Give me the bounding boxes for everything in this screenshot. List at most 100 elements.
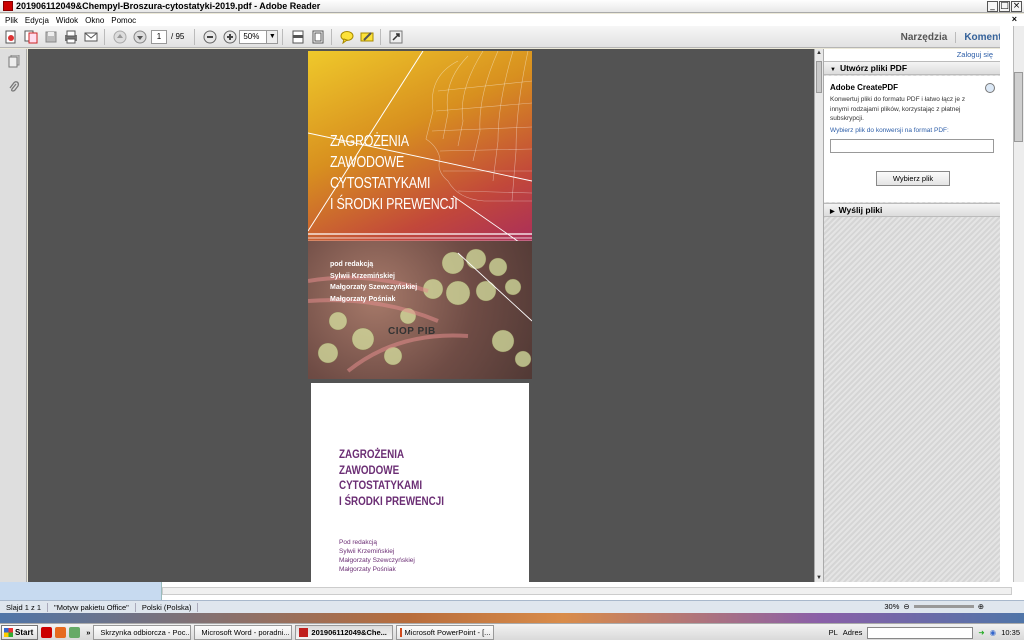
cover-credit-line: Małgorzaty Pośniak bbox=[330, 295, 396, 303]
zoom-level-input[interactable]: 50% bbox=[239, 29, 268, 44]
close-button[interactable]: × bbox=[1011, 1, 1022, 12]
theme-name[interactable]: "Motyw pakietu Office" bbox=[48, 602, 136, 612]
paperclip-icon[interactable] bbox=[8, 81, 20, 94]
zoom-plus-icon[interactable]: ⊕ bbox=[978, 602, 984, 611]
zoom-minus-icon[interactable]: ⊖ bbox=[903, 602, 909, 611]
zoom-control: 30% ⊖ ⊕ bbox=[884, 602, 984, 611]
book-cover-page: ZAGROŻENIA ZAWODOWE CYTOSTATYKAMI I ŚROD… bbox=[308, 51, 532, 379]
next-page-button[interactable] bbox=[131, 28, 149, 46]
arrow-down-icon bbox=[133, 30, 147, 43]
full-screen-button[interactable] bbox=[387, 28, 405, 46]
cover-title: ZAGROŻENIA ZAWODOWE CYTOSTATYKAMI I ŚROD… bbox=[330, 131, 458, 215]
toolbar-separator bbox=[331, 28, 333, 45]
zoom-in-button[interactable] bbox=[221, 28, 239, 46]
task-label: 201906112049&Che... bbox=[311, 627, 387, 637]
title-line: I ŚRODKI PREWENCJI bbox=[339, 493, 444, 508]
status-zoom-level[interactable]: 30% bbox=[884, 602, 899, 611]
quicklaunch-chevron[interactable]: » bbox=[86, 628, 90, 637]
app-quicklaunch-icon[interactable] bbox=[69, 626, 81, 638]
page-total: / 95 bbox=[171, 32, 185, 41]
fit-width-button[interactable] bbox=[289, 28, 307, 46]
print-button[interactable] bbox=[62, 28, 80, 46]
maximize-button[interactable]: □ bbox=[999, 1, 1010, 12]
background-app-strip bbox=[1000, 26, 1024, 600]
menu-plik[interactable]: Plik bbox=[5, 16, 18, 25]
fit-page-button[interactable] bbox=[309, 28, 327, 46]
main-toolbar: 1 / 95 50% ▼ Narzędzia Komentarz bbox=[0, 26, 1024, 48]
title-line: ZAGROŻENIA bbox=[339, 447, 405, 461]
go-arrow-icon[interactable]: ➜ bbox=[978, 628, 984, 637]
combine-files-button[interactable] bbox=[22, 28, 40, 46]
title-bar[interactable]: 201906112049&Chempyl-Broszura-cytostatyk… bbox=[0, 0, 1024, 13]
highlight-button[interactable] bbox=[358, 28, 376, 46]
language-indicator[interactable]: Polski (Polska) bbox=[136, 602, 199, 612]
cover-credit-line: Sylwii Krzemińskiej bbox=[330, 272, 395, 280]
send-files-section-header[interactable]: ▶ Wyślij pliki bbox=[824, 203, 1001, 217]
horizontal-scrollbar[interactable] bbox=[162, 587, 1012, 595]
network-icon[interactable]: ◉ bbox=[990, 628, 997, 637]
service-title: Adobe CreatePDF bbox=[830, 83, 899, 92]
cover-title-line: CYTOSTATYKAMI bbox=[330, 175, 431, 192]
add-comment-button[interactable] bbox=[338, 28, 356, 46]
slide-pane bbox=[0, 582, 162, 600]
address-bar-input[interactable] bbox=[867, 626, 974, 639]
title-line: CYTOSTATYKAMI bbox=[339, 478, 423, 492]
cover-credit-line: pod redakcją bbox=[330, 261, 374, 268]
powerpoint-status-bar: Slajd 1 z 1 "Motyw pakietu Office" Polsk… bbox=[0, 600, 1024, 613]
expand-icon bbox=[389, 30, 403, 43]
taskbar-item-word[interactable]: Microsoft Word - poradni... bbox=[194, 624, 293, 640]
powerpoint-icon bbox=[400, 627, 402, 637]
pdf-app-icon bbox=[3, 1, 13, 11]
start-button[interactable]: Start bbox=[1, 624, 39, 640]
create-pdf-button[interactable] bbox=[2, 28, 20, 46]
save-button[interactable] bbox=[42, 28, 60, 46]
acrobat-quicklaunch-icon[interactable] bbox=[41, 626, 53, 638]
login-link[interactable]: Zaloguj się bbox=[824, 49, 1001, 61]
desktop-wallpaper bbox=[0, 613, 1024, 623]
selected-file-field[interactable] bbox=[830, 139, 994, 153]
page-number-input[interactable]: 1 bbox=[151, 29, 167, 44]
document-view[interactable]: ZAGROŻENIA ZAWODOWE CYTOSTATYKAMI I ŚROD… bbox=[28, 49, 814, 582]
zoom-slider[interactable] bbox=[913, 605, 974, 608]
save-icon bbox=[45, 31, 57, 42]
menu-pomoc[interactable]: Pomoc bbox=[111, 16, 136, 25]
document-close-button[interactable]: × bbox=[1012, 14, 1017, 24]
tools-pane-button[interactable]: Narzędzia bbox=[893, 32, 956, 43]
help-icon[interactable] bbox=[985, 83, 995, 93]
zoom-out-button[interactable] bbox=[201, 28, 219, 46]
taskbar-item-powerpoint[interactable]: Microsoft PowerPoint - [... bbox=[396, 624, 495, 640]
scrollbar-thumb[interactable] bbox=[816, 61, 822, 93]
address-label: Adres bbox=[842, 628, 863, 637]
pdf-icon bbox=[299, 627, 309, 637]
email-button[interactable] bbox=[82, 28, 100, 46]
document-scrollbar[interactable]: ▲ ▼ bbox=[814, 49, 823, 582]
taskbar-item-reader[interactable]: 201906112049&Che... bbox=[295, 624, 394, 640]
task-label: Microsoft Word - poradni... bbox=[201, 627, 290, 637]
choose-file-button[interactable]: Wybierz plik bbox=[876, 171, 950, 186]
scroll-down-icon[interactable]: ▼ bbox=[815, 574, 823, 582]
menu-okno[interactable]: Okno bbox=[85, 16, 104, 25]
cover-title-line: ZAWODOWE bbox=[330, 154, 404, 171]
menu-edycja[interactable]: Edycja bbox=[25, 16, 49, 25]
minimize-button[interactable]: _ bbox=[987, 1, 998, 12]
create-pdf-section-header[interactable]: ▼ Utwórz pliki PDF bbox=[824, 61, 1001, 75]
taskbar-item-outlook[interactable]: Skrzynka odbiorcza - Poc... bbox=[93, 624, 192, 640]
publisher-logo: CIOP PIB bbox=[388, 326, 436, 337]
toolbar-separator bbox=[194, 28, 196, 45]
previous-page-button[interactable] bbox=[111, 28, 129, 46]
credit-line: Sylwii Krzemińskiej bbox=[339, 548, 395, 555]
background-scroll-thumb[interactable] bbox=[1014, 72, 1023, 142]
scroll-up-icon[interactable]: ▲ bbox=[815, 49, 823, 57]
slide-counter: Slajd 1 z 1 bbox=[0, 602, 49, 612]
firefox-quicklaunch-icon[interactable] bbox=[55, 626, 67, 638]
section-title: Wyślij pliki bbox=[838, 205, 883, 215]
background-powerpoint-area bbox=[0, 582, 1024, 600]
zoom-dropdown-button[interactable]: ▼ bbox=[267, 29, 279, 44]
input-language[interactable]: PL bbox=[829, 628, 838, 637]
page-thumbnails-icon[interactable] bbox=[8, 55, 20, 68]
fit-page-icon bbox=[312, 30, 324, 43]
toolbar-separator bbox=[282, 28, 284, 45]
taskbar: Start » Skrzynka odbiorcza - Poc... Micr… bbox=[0, 623, 1024, 640]
menu-widok[interactable]: Widok bbox=[56, 16, 78, 25]
toolbar-separator bbox=[380, 28, 382, 45]
